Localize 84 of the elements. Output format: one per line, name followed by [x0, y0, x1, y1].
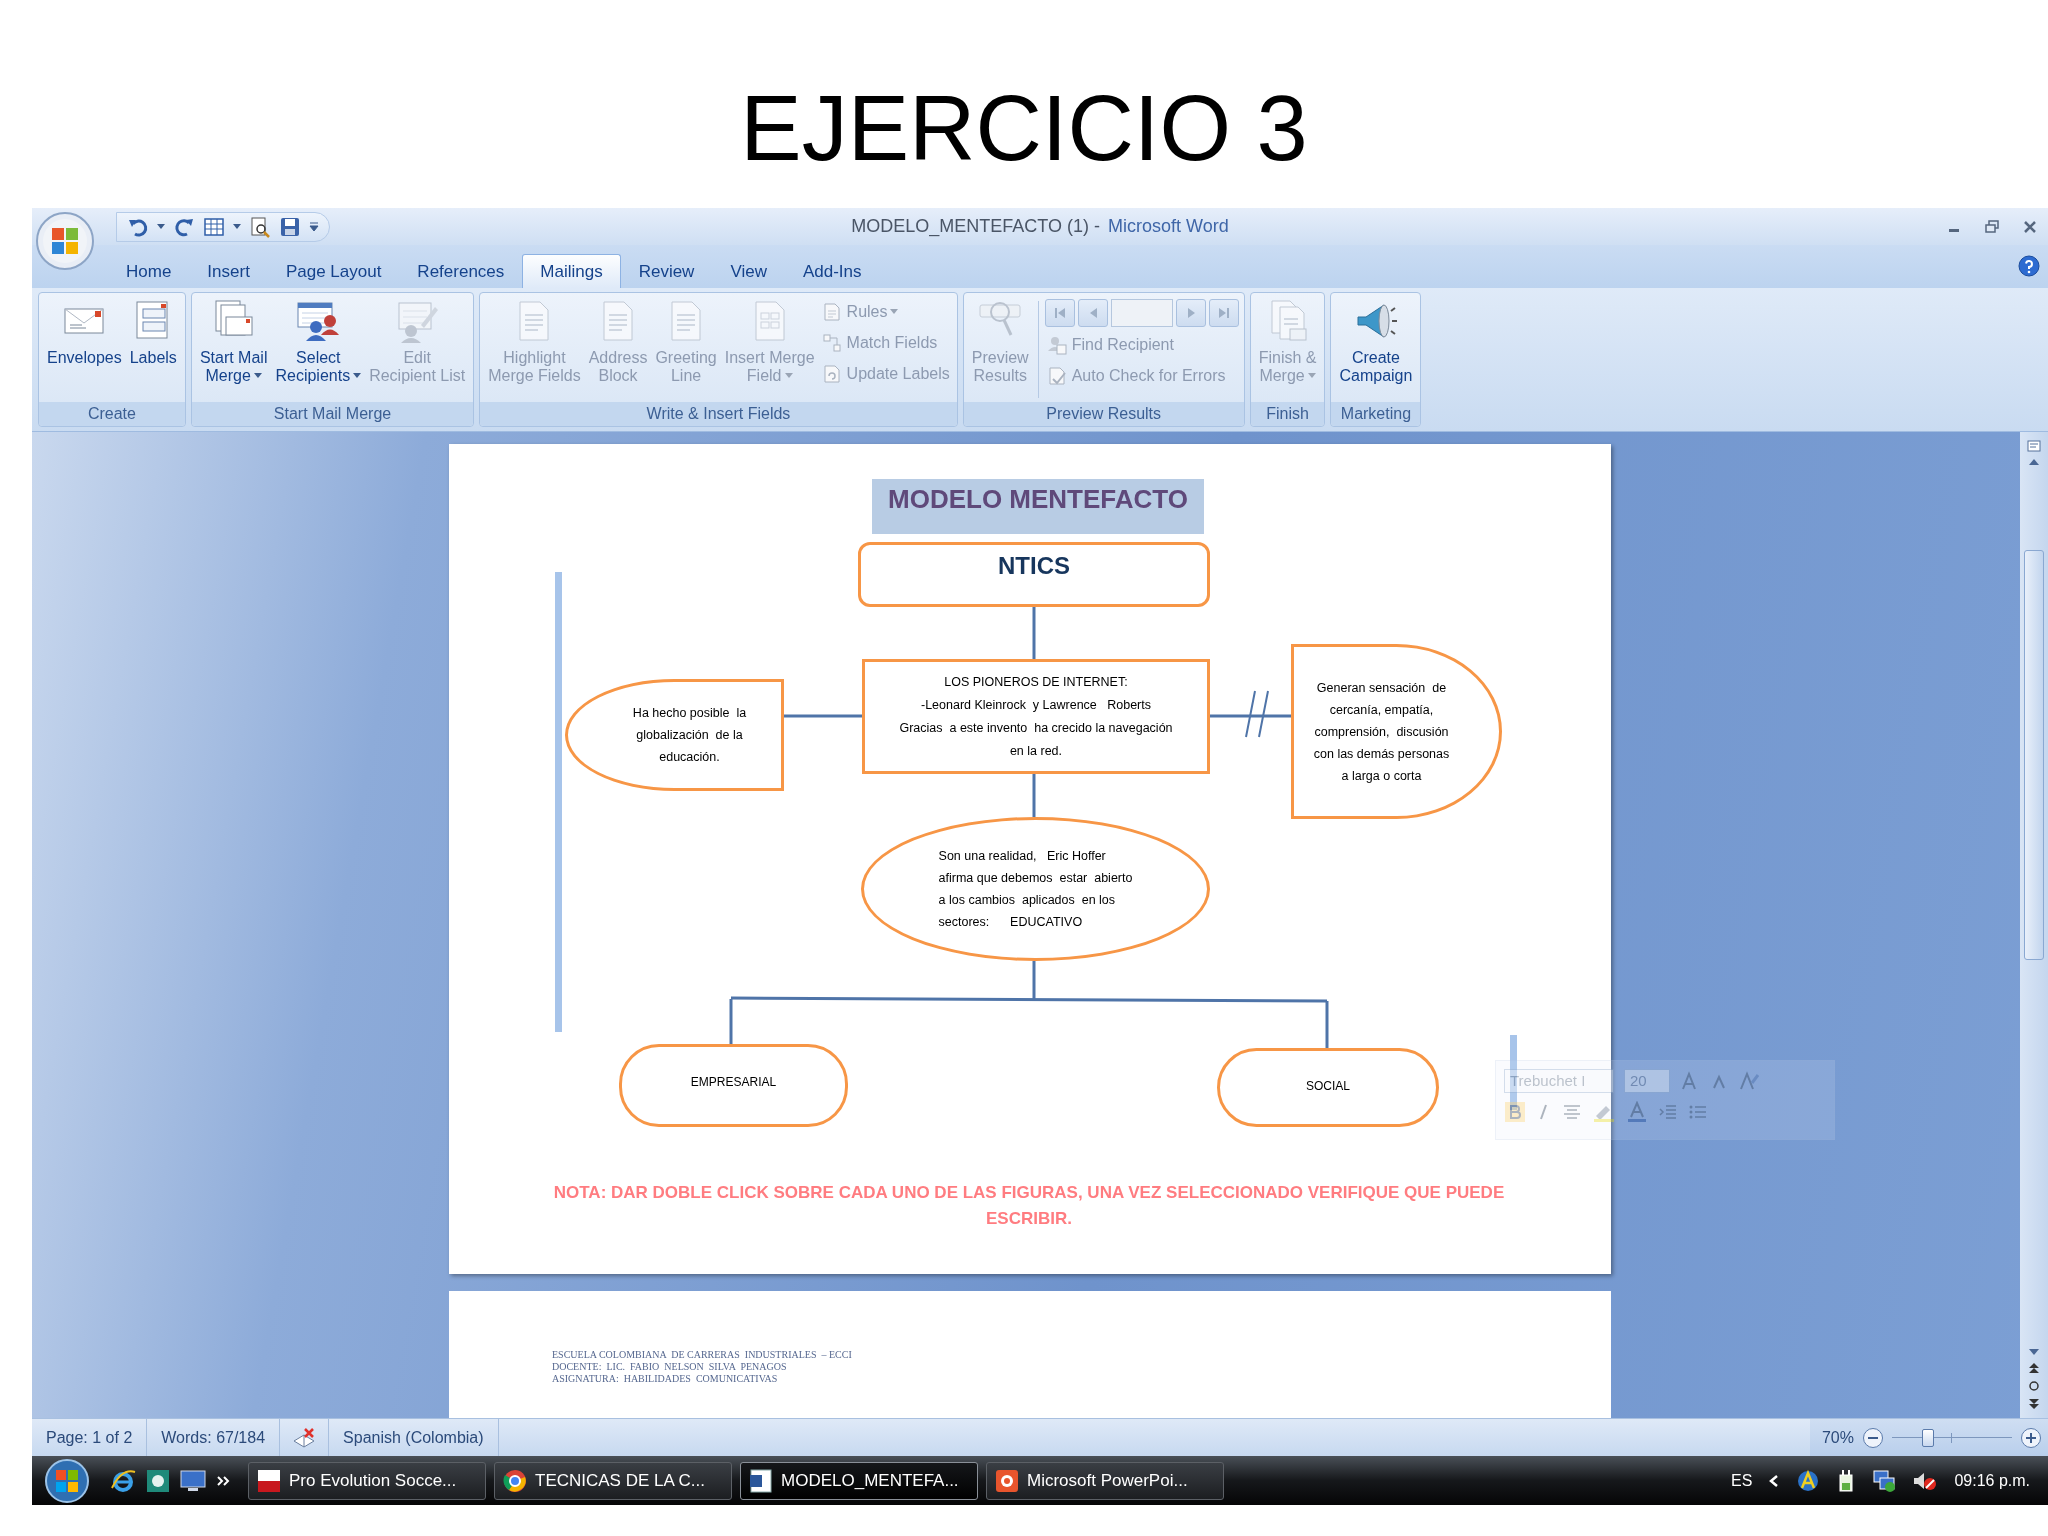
list-pencil-icon	[395, 299, 440, 343]
scrollbar-thumb[interactable]	[2024, 550, 2044, 960]
find-person-icon	[1046, 335, 1067, 355]
zoom-level[interactable]: 70%	[1821, 1428, 1854, 1447]
concept-box: LOS PIONEROS DE INTERNET: -Leonard Kleinrock y Lawrence Roberts Gracias a este invento ha crecido la navegación en la red.	[862, 659, 1210, 774]
ribbon-tab[interactable]: Insert	[189, 254, 268, 288]
refresh-document-icon	[821, 364, 842, 384]
document-icon	[821, 302, 842, 322]
down-arrow-icon	[2028, 1348, 2040, 1356]
taskbar-button[interactable]: Pro Evolution Socce...	[248, 1461, 486, 1500]
people-icon	[296, 299, 341, 343]
desktop-icon[interactable]	[180, 1468, 206, 1493]
connector-line	[1032, 607, 1036, 659]
ribbon-tab[interactable]: View	[712, 254, 785, 288]
ribbon-tab[interactable]: Mailings	[522, 254, 621, 288]
ribbon-button[interactable]: Create Campaign	[1336, 297, 1416, 387]
zoom-out-icon[interactable]	[1862, 1426, 1884, 1449]
ribbon-tab[interactable]: References	[399, 254, 523, 288]
browse-object-icon	[2028, 1380, 2040, 1392]
title-box: NTICS	[858, 542, 1210, 607]
ribbon-button[interactable]: Select Recipients	[272, 297, 365, 387]
document-heading: MODELO MENTEFACTO	[872, 479, 1204, 534]
table-icon[interactable]	[203, 215, 225, 238]
app-name: Microsoft Word	[1108, 216, 1229, 237]
taskbar-button[interactable]: Microsoft PowerPoi...	[986, 1461, 1224, 1500]
caret-icon[interactable]	[157, 223, 165, 230]
ribbon-button[interactable]: Envelopes	[44, 297, 125, 369]
match-fields-icon	[821, 333, 842, 353]
footer-line: ASIGNATURA: HABILIDADES COMUNICATIVAS	[552, 1373, 779, 1385]
close-icon[interactable]	[2022, 218, 2038, 235]
ellipse-shape: Son una realidad, Eric Hoffer afirma que debemos estar abierto a los cambios aplicados en los sectores: EDUCATIVO	[861, 817, 1210, 961]
restore-icon[interactable]	[1984, 218, 2000, 235]
caret-icon[interactable]	[233, 223, 241, 230]
group-label: Preview Results	[963, 402, 1244, 426]
chevron-icon[interactable]	[216, 1473, 230, 1488]
group-label: Finish	[1250, 402, 1325, 426]
font-color-icon[interactable]	[1626, 1101, 1648, 1123]
app-icon	[995, 1468, 1019, 1493]
customize-icon[interactable]	[309, 221, 319, 232]
ribbon-tab[interactable]: Page Layout	[267, 254, 400, 288]
bold-icon[interactable]	[1504, 1101, 1526, 1123]
group-label: Create	[39, 402, 185, 426]
help-icon[interactable]	[2018, 255, 2040, 277]
ribbon-button[interactable]: Start Mail Merge	[196, 297, 271, 387]
group-label: Start Mail Merge	[191, 402, 474, 426]
footer-line: DOCENTE: LIC. FABIO NELSON SILVA PENAGOS	[552, 1361, 788, 1373]
save-icon[interactable]	[279, 215, 301, 238]
ribbon-tab[interactable]: Home	[108, 254, 190, 288]
category-box: SOCIAL	[1217, 1048, 1439, 1127]
category-box: EMPRESARIAL	[619, 1044, 848, 1127]
group-label: Marketing	[1331, 402, 1421, 426]
app-icon[interactable]	[146, 1468, 170, 1493]
antivirus-icon[interactable]	[1796, 1468, 1821, 1493]
taskbar-button[interactable]: MODELO_MENTEFA...	[740, 1461, 978, 1500]
zoom-in-icon[interactable]	[2020, 1426, 2042, 1449]
up-arrow-icon	[2028, 458, 2040, 466]
next-page-icon	[2028, 1398, 2040, 1410]
taskbar-button[interactable]: TECNICAS DE LA C...	[494, 1461, 732, 1500]
print-preview-icon[interactable]	[249, 215, 271, 238]
connector-line	[1032, 774, 1036, 817]
side-shape: Ha hecho posible la globalización de la educación.	[565, 679, 784, 791]
window-title: MODELO_MENTEFACTO (1) -	[851, 216, 1100, 237]
ruler-icon	[2026, 438, 2042, 454]
app-icon	[749, 1468, 773, 1493]
previous-page-icon	[2028, 1362, 2040, 1374]
break-mark	[1245, 690, 1269, 738]
check-document-icon	[1046, 366, 1067, 386]
network-icon[interactable]	[1872, 1468, 1897, 1493]
ribbon-button[interactable]: Labels	[126, 297, 180, 369]
vertical-scrollbar[interactable]	[2020, 432, 2048, 1418]
clock[interactable]: 09:16 p.m.	[1954, 1471, 2030, 1490]
app-icon	[257, 1468, 281, 1493]
group-label: Write & Insert Fields	[480, 402, 957, 426]
footer-line: ESCUELA COLOMBIANA DE CARRERAS INDUSTRIALES – ECCI	[552, 1349, 853, 1361]
proofing-error-icon[interactable]	[292, 1426, 317, 1449]
ribbon-tab[interactable]: Review	[620, 254, 713, 288]
language-indicator[interactable]: ES	[1731, 1471, 1753, 1490]
app-icon	[503, 1468, 527, 1493]
browser-icon[interactable]	[110, 1467, 136, 1494]
slide-title: EJERCICIO 3	[740, 82, 1308, 181]
ribbon-tab[interactable]: Add-Ins	[784, 254, 880, 288]
note-text: NOTA: DAR DOBLE CLICK SOBRE CADA UNO DE LAS FIGURAS, UNA VEZ SELECCIONADO VERIFIQUE QUE PUEDE ESCRIBIR.	[552, 1182, 1506, 1230]
slider-thumb[interactable]	[1922, 1428, 1934, 1447]
side-shape: Generan sensación de cercanía, empatía, comprensión, discusión con las demás personas a larga o corta	[1291, 644, 1502, 819]
